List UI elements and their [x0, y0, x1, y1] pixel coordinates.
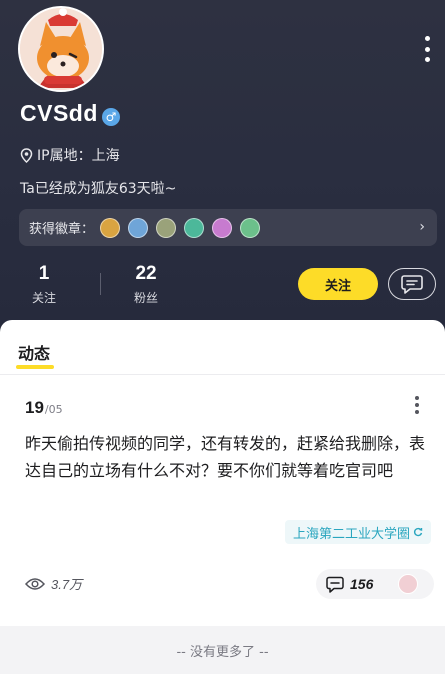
post-day: 19 [25, 398, 44, 417]
badges-bar[interactable]: 获得徽章： › [19, 209, 437, 246]
followers-count: 22 [135, 263, 157, 284]
ip-location-row: IP属地：上海 [20, 145, 120, 165]
chevron-right-icon: › [419, 219, 425, 235]
post-month: /05 [44, 403, 63, 416]
circle-tag[interactable]: 上海第二工业大学圈 [284, 520, 431, 544]
circle-tag-label: 上海第二工业大学圈 [292, 526, 410, 542]
feed-panel: 动态 19 /05 昨天偷拍传视频的同学，还有转发的，赶紧给我删除，表达自己的立… [0, 320, 445, 674]
badge-icon [212, 217, 233, 238]
username: CVSdd [20, 100, 98, 126]
commenter-avatar [398, 574, 418, 594]
follow-button[interactable]: 关注 [298, 268, 378, 300]
stats-divider [100, 273, 101, 295]
avatar[interactable] [18, 6, 104, 92]
badge-icon [156, 217, 177, 238]
post-date: 19 /05 [25, 398, 63, 418]
more-options-icon[interactable] [421, 36, 433, 62]
badge-icon [100, 217, 121, 238]
tab-posts[interactable]: 动态 [18, 340, 50, 364]
badge-icon [240, 217, 261, 238]
chat-bubble-icon [401, 275, 423, 294]
badge-icon [128, 217, 149, 238]
eye-icon [25, 577, 45, 590]
tab-divider [0, 374, 445, 375]
badge-icon [184, 217, 205, 238]
end-of-feed: -- 没有更多了 -- [0, 626, 445, 674]
end-of-feed-text: -- 没有更多了 -- [176, 644, 269, 660]
followers-stat[interactable]: 22 粉丝 [134, 263, 158, 306]
friend-duration-text: Ta已经成为狐友63天啦~ [20, 181, 177, 197]
fox-avatar-image [20, 8, 102, 90]
following-label: 关注 [32, 291, 57, 305]
following-stat[interactable]: 1 关注 [32, 263, 56, 306]
tab-active-indicator [16, 365, 54, 369]
ip-location-text: IP属地：上海 [37, 148, 120, 164]
location-pin-icon [20, 147, 33, 163]
male-gender-icon: ♂ [102, 108, 120, 126]
views-count: 3.7万 [51, 577, 83, 592]
comment-count: 156 [350, 576, 374, 592]
followers-label: 粉丝 [134, 291, 159, 305]
post-more-icon[interactable] [414, 396, 420, 414]
message-button[interactable] [388, 268, 436, 300]
comments-button[interactable]: 156 [316, 569, 434, 599]
comment-icon [326, 576, 344, 593]
following-count: 1 [38, 263, 50, 284]
badges-label: 获得徽章： [29, 222, 95, 237]
view-count: 3.7万 [25, 574, 82, 593]
refresh-icon [413, 527, 423, 537]
post-text[interactable]: 昨天偷拍传视频的同学，还有转发的，赶紧给我删除，表达自己的立场有什么不对？要不你… [25, 430, 427, 484]
